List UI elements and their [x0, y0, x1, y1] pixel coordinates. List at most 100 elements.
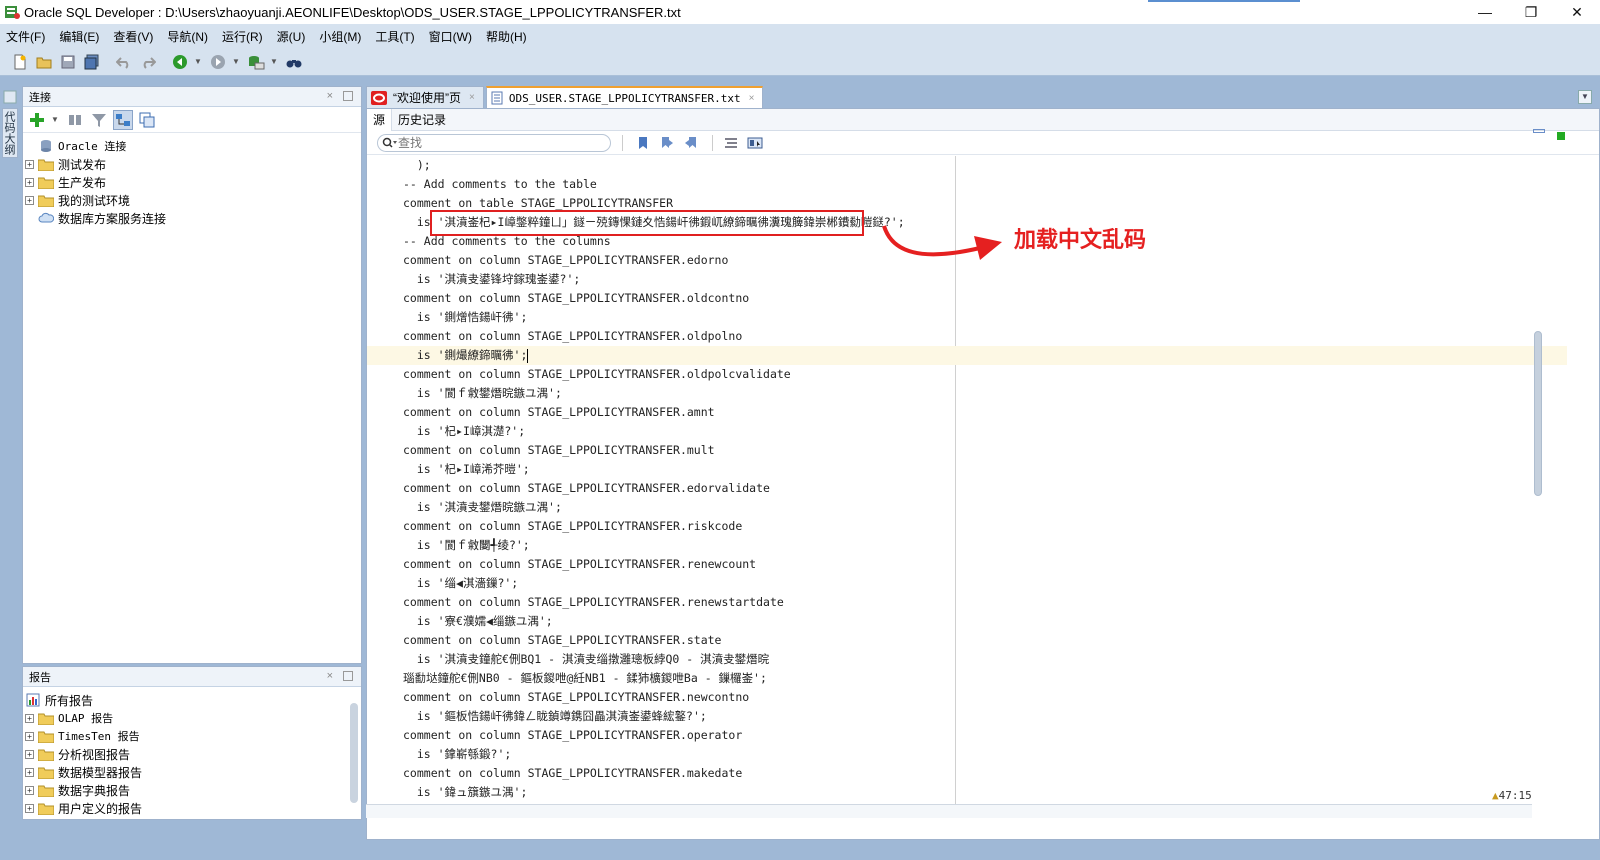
next-bookmark-icon[interactable]	[681, 133, 701, 153]
tree-item-prod-release[interactable]: + 生产发布	[25, 173, 361, 191]
menu-view[interactable]: 查看(V)	[113, 28, 153, 45]
code-line: is '寮€濮嬬◀缁鏃ユ湡';	[403, 614, 553, 628]
save-all-icon[interactable]	[82, 52, 102, 72]
minimize-panel-icon[interactable]	[343, 671, 353, 681]
new-file-icon[interactable]	[10, 52, 30, 72]
tree-item-label: 用户定义的报告	[58, 801, 143, 816]
tree-item-label: 测试发布	[58, 157, 107, 172]
previous-bookmark-icon[interactable]	[657, 133, 677, 153]
menu-window[interactable]: 窗口(W)	[429, 28, 472, 45]
close-icon[interactable]: ×	[749, 93, 755, 104]
tree-item-data-modeler-reports[interactable]: + 数据模型器报告	[25, 763, 361, 781]
add-connection-dropdown-icon[interactable]: ▼	[51, 115, 59, 124]
tree-item-data-dictionary-reports[interactable]: + 数据字典报告	[25, 781, 361, 799]
tree-item-timesten-reports[interactable]: + TimesTen 报告	[25, 727, 361, 745]
expand-icon[interactable]: +	[25, 177, 34, 187]
minimize-panel-icon[interactable]	[343, 91, 353, 101]
tree-item-label: 数据模型器报告	[58, 765, 143, 780]
status-bar	[0, 840, 1600, 860]
open-folder-icon[interactable]	[34, 52, 54, 72]
oracle-logo-icon	[371, 90, 387, 105]
tree-item-user-defined-reports[interactable]: + 用户定义的报告	[25, 799, 361, 817]
tree-item-label: Oracle 连接	[58, 140, 127, 153]
menu-run[interactable]: 运行(R)	[222, 28, 263, 45]
back-dropdown-icon[interactable]: ▼	[194, 57, 202, 66]
tree-item-olap-reports[interactable]: + OLAP 报告	[25, 709, 361, 727]
tab-list-dropdown-icon[interactable]: ▼	[1578, 90, 1592, 104]
close-icon[interactable]: ×	[327, 670, 333, 682]
folder-icon	[38, 157, 54, 171]
filter-icon[interactable]	[89, 110, 109, 130]
undo-icon[interactable]	[114, 52, 134, 72]
reports-panel: 报告 × 所有报告 + OLAP 报告 + TimesTen 报告 + 分析视图…	[22, 666, 362, 820]
tree-item-label: OLAP 报告	[58, 712, 114, 725]
code-line: comment on column STAGE_LPPOLICYTRANSFER…	[403, 481, 770, 495]
expand-icon[interactable]: +	[25, 159, 34, 169]
reports-icon	[25, 693, 41, 707]
search-icon	[382, 137, 397, 148]
refresh-icon[interactable]	[65, 110, 85, 130]
tree-item-cloud-connections[interactable]: 数据库方案服务连接	[25, 209, 361, 227]
worksheet-dropdown-icon[interactable]: ▼	[270, 57, 278, 66]
menu-navigate[interactable]: 导航(N)	[167, 28, 208, 45]
menu-file[interactable]: 文件(F)	[6, 28, 45, 45]
format-icon[interactable]	[721, 133, 741, 153]
code-line: is '杞▸I嶂浠芥暟';	[403, 462, 530, 476]
close-icon[interactable]: ×	[327, 90, 333, 102]
lock-icon: ▲	[1492, 789, 1499, 802]
menu-edit[interactable]: 编辑(E)	[59, 28, 99, 45]
close-button[interactable]: ✕	[1554, 0, 1600, 24]
toggle-bookmark-icon[interactable]	[633, 133, 653, 153]
code-outline-tab[interactable]: 代码大纲	[2, 108, 18, 158]
find-input[interactable]	[398, 135, 598, 150]
restore-button[interactable]: ❐	[1508, 0, 1554, 24]
horizontal-scrollbar[interactable]	[366, 804, 1532, 818]
back-icon[interactable]	[170, 52, 190, 72]
add-connection-icon[interactable]	[27, 110, 47, 130]
scrollbar-thumb[interactable]	[1534, 331, 1542, 496]
tree-item-test-release[interactable]: + 测试发布	[25, 155, 361, 173]
menu-tools[interactable]: 工具(T)	[375, 28, 414, 45]
current-code-line: is '鍘熶繚鍗曞彿';	[367, 346, 1567, 365]
restore-panel-icon[interactable]	[3, 90, 17, 104]
sql-worksheet-icon[interactable]	[246, 52, 266, 72]
close-icon[interactable]: ×	[469, 92, 475, 103]
menu-team[interactable]: 小组(M)	[319, 28, 361, 45]
forward-icon[interactable]	[208, 52, 228, 72]
minimize-button[interactable]: —	[1462, 0, 1508, 24]
expand-icon[interactable]: +	[25, 195, 34, 205]
subtab-source[interactable]: 源	[367, 108, 393, 131]
editor-tab-strip: “欢迎使用”页 × ODS_USER.STAGE_LPPOLICYTRANSFE…	[366, 86, 1600, 108]
expand-icon[interactable]: +	[25, 785, 34, 795]
tree-item-oracle-connections[interactable]: Oracle 连接	[25, 137, 361, 155]
menu-help[interactable]: 帮助(H)	[486, 28, 527, 45]
status-ok-marker	[1557, 132, 1565, 140]
compare-icon[interactable]	[745, 133, 765, 153]
schema-browser-icon[interactable]	[113, 109, 133, 130]
reports-scrollbar[interactable]	[349, 691, 359, 817]
tab-text-file[interactable]: ODS_USER.STAGE_LPPOLICYTRANSFER.txt ×	[485, 86, 764, 108]
connections-panel: 连接 × ▼ Oracle 连接 + 测试发布 + 生产发布 + 我的测试环境 …	[22, 86, 362, 664]
binoculars-icon[interactable]	[284, 52, 304, 72]
expand-icon[interactable]: +	[25, 713, 34, 723]
expand-icon[interactable]: +	[25, 767, 34, 777]
tree-item-my-test-env[interactable]: + 我的测试环境	[25, 191, 361, 209]
menu-source[interactable]: 源(U)	[277, 28, 306, 45]
vertical-scrollbar[interactable]	[1530, 126, 1546, 802]
collapse-all-icon[interactable]	[137, 110, 157, 130]
cloud-icon	[38, 211, 54, 225]
find-box[interactable]	[377, 133, 611, 152]
code-line: comment on column STAGE_LPPOLICYTRANSFER…	[403, 405, 715, 419]
tab-welcome-page[interactable]: “欢迎使用”页 ×	[366, 86, 484, 108]
redo-icon[interactable]	[138, 52, 158, 72]
forward-dropdown-icon[interactable]: ▼	[232, 57, 240, 66]
tree-item-all-reports[interactable]: 所有报告	[25, 691, 361, 709]
expand-icon[interactable]: +	[25, 803, 34, 813]
expand-icon[interactable]: +	[25, 749, 34, 759]
subtab-history[interactable]: 历史记录	[392, 109, 452, 131]
tree-item-analytic-view-reports[interactable]: + 分析视图报告	[25, 745, 361, 763]
save-icon[interactable]	[58, 52, 78, 72]
text-caret	[527, 348, 529, 363]
expand-icon[interactable]: +	[25, 731, 34, 741]
code-line: is '缁◀淇濇鏁?';	[403, 576, 519, 590]
